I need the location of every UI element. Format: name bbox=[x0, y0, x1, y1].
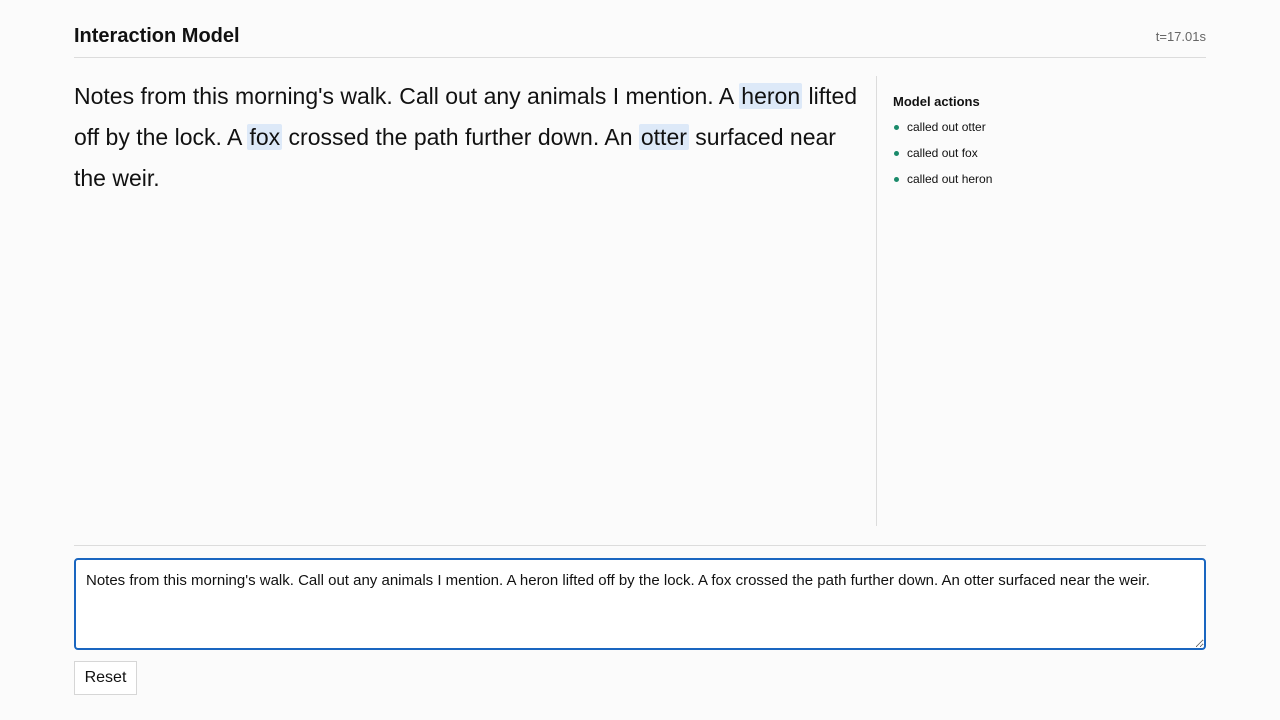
model-actions-panel: Model actions called out otter called ou… bbox=[893, 94, 1193, 197]
header: Interaction Model t=17.01s bbox=[74, 0, 1206, 58]
transcript-text: crossed the path further down. An bbox=[282, 124, 639, 150]
action-label: called out otter bbox=[907, 120, 986, 134]
reset-button[interactable]: Reset bbox=[74, 661, 137, 695]
panel-divider bbox=[876, 76, 877, 526]
actions-heading: Model actions bbox=[893, 94, 980, 109]
action-item: called out heron bbox=[893, 171, 1193, 187]
bullet-icon bbox=[894, 151, 899, 156]
bullet-icon bbox=[894, 177, 899, 182]
highlighted-animal: heron bbox=[739, 83, 803, 109]
highlighted-animal: fox bbox=[247, 124, 283, 150]
page-title: Interaction Model bbox=[74, 25, 240, 47]
action-label: called out heron bbox=[907, 172, 993, 186]
action-item: called out otter bbox=[893, 119, 1193, 135]
bullet-icon bbox=[894, 125, 899, 130]
action-item: called out fox bbox=[893, 145, 1193, 161]
action-label: called out fox bbox=[907, 146, 978, 160]
timer-readout: t=17.01s bbox=[1155, 29, 1206, 44]
transcript: Notes from this morning's walk. Call out… bbox=[74, 76, 864, 199]
transcript-text: Notes from this morning's walk. Call out… bbox=[74, 83, 740, 109]
transcript-input[interactable]: Notes from this morning's walk. Call out… bbox=[74, 558, 1206, 650]
highlighted-animal: otter bbox=[638, 124, 689, 150]
section-divider bbox=[74, 545, 1206, 546]
app-root: Interaction Model t=17.01s Notes from th… bbox=[74, 0, 1206, 720]
